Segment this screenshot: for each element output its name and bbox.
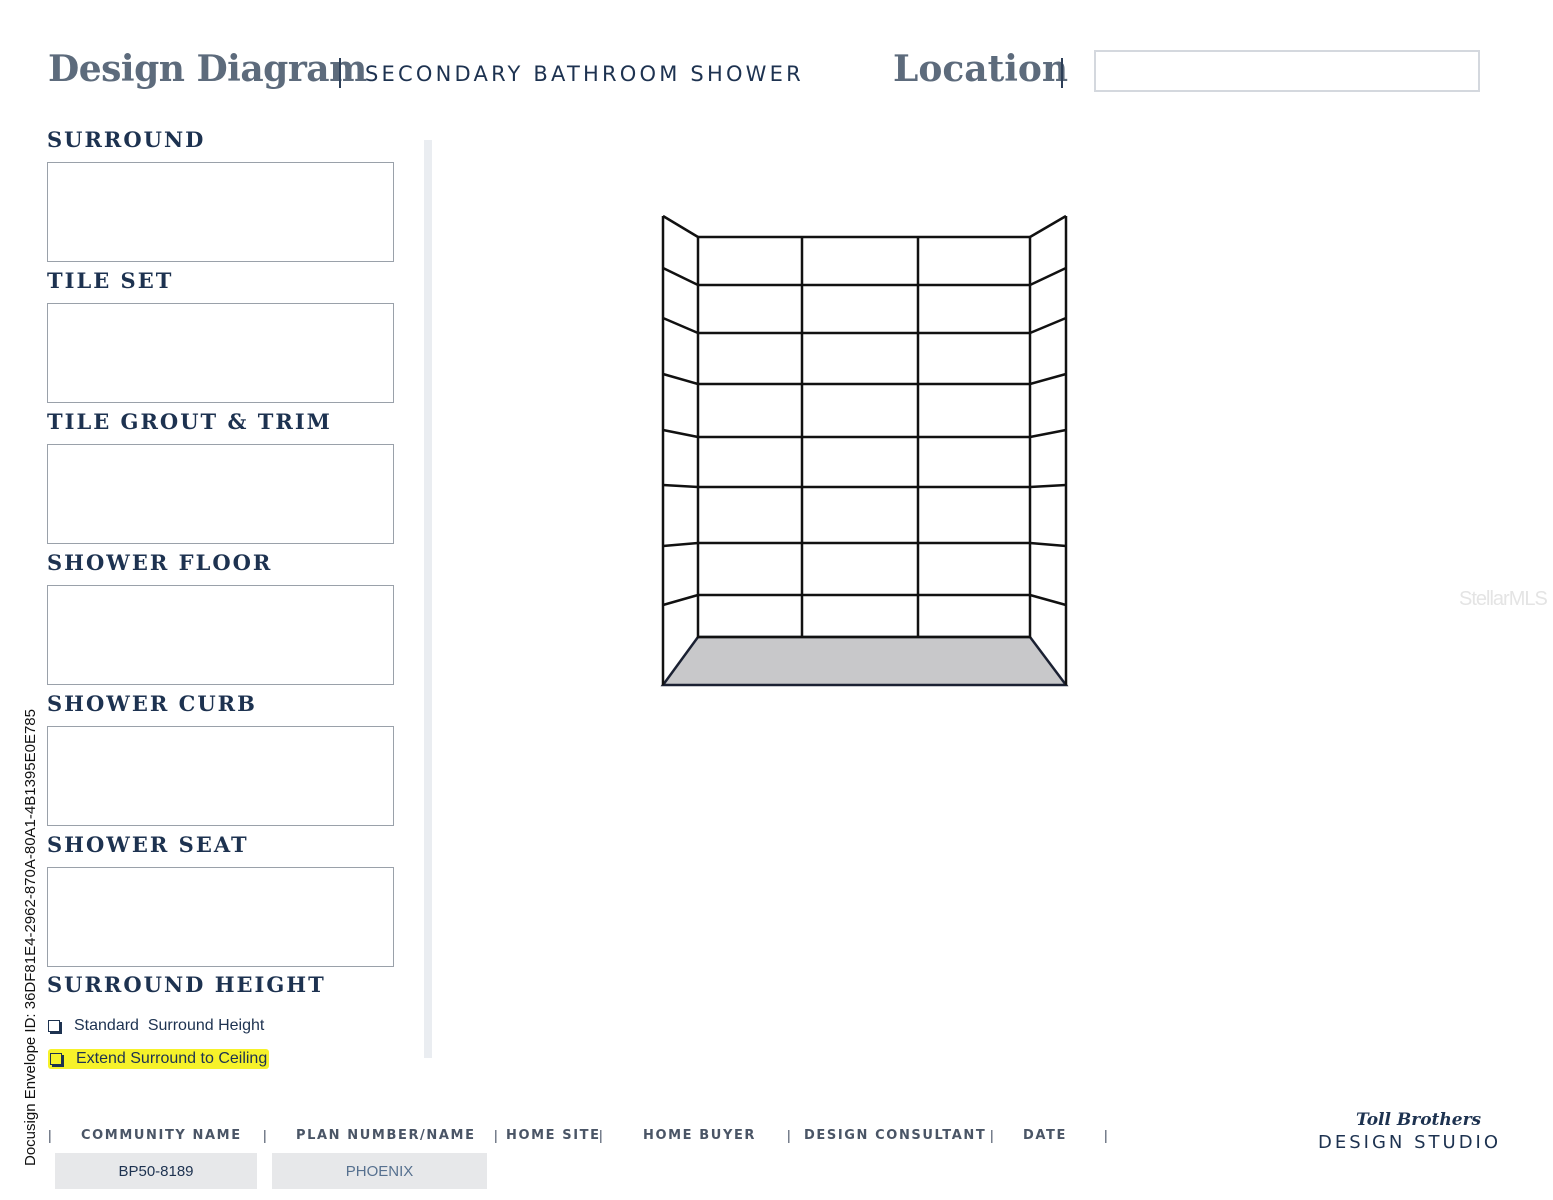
- shower-curb-label: SHOWER CURB: [47, 691, 257, 716]
- shower-seat-label: SHOWER SEAT: [47, 832, 249, 857]
- checkbox-icon[interactable]: [50, 1053, 62, 1065]
- footer-separator: |: [990, 1127, 994, 1143]
- footer-home-buyer-label: HOME BUYER: [643, 1128, 757, 1143]
- footer-separator: |: [1104, 1127, 1108, 1143]
- footer-plan-number-label: PLAN NUMBER/NAME: [296, 1128, 476, 1143]
- footer-separator: |: [263, 1127, 267, 1143]
- page-title: Design Diagram: [48, 48, 367, 90]
- shower-diagram: [660, 214, 1069, 687]
- brand-logo-top: Toll Brothers: [1356, 1110, 1482, 1130]
- envelope-id: Docusign Envelope ID: 36DF81E4-2962-870A…: [22, 709, 39, 1166]
- tile-grid: [661, 214, 1068, 685]
- footer-separator: |: [599, 1127, 603, 1143]
- location-input[interactable]: [1094, 50, 1480, 92]
- surround-height-label: SURROUND HEIGHT: [47, 972, 326, 997]
- option-extend-ceiling[interactable]: Extend Surround to Ceiling: [48, 1049, 270, 1069]
- page-subtitle: SECONDARY BATHROOM SHOWER: [365, 62, 804, 86]
- plan-number-field[interactable]: PHOENIX: [272, 1153, 487, 1189]
- checkbox-icon[interactable]: [48, 1020, 60, 1032]
- surround-field[interactable]: [47, 162, 394, 262]
- tile-grout-trim-field[interactable]: [47, 444, 394, 544]
- tile-set-field[interactable]: [47, 303, 394, 403]
- community-name-field[interactable]: BP50-8189: [55, 1153, 257, 1189]
- highlight-mark: Extend Surround to Ceiling: [48, 1049, 270, 1069]
- location-divider: [1061, 58, 1063, 88]
- option-standard-height[interactable]: Standard Surround Height: [48, 1017, 264, 1035]
- title-divider: [339, 58, 341, 88]
- footer-separator: |: [494, 1127, 498, 1143]
- location-label: Location: [893, 48, 1069, 90]
- footer-separator: |: [787, 1127, 791, 1143]
- brand-logo-bottom: DESIGN STUDIO: [1318, 1132, 1502, 1153]
- footer-home-site-label: HOME SITE: [506, 1128, 601, 1143]
- surround-label: SURROUND: [47, 127, 206, 152]
- option-extend-ceiling-label: Extend Surround to Ceiling: [76, 1050, 268, 1067]
- footer-community-name-label: COMMUNITY NAME: [81, 1128, 242, 1143]
- tile-grout-trim-label: TILE GROUT & TRIM: [47, 409, 332, 434]
- tile-set-label: TILE SET: [47, 268, 174, 293]
- watermark: StellarMLS: [1459, 588, 1548, 610]
- shower-floor-label: SHOWER FLOOR: [47, 550, 273, 575]
- footer-design-consultant-label: DESIGN CONSULTANT: [804, 1128, 987, 1143]
- shower-curb-field[interactable]: [47, 726, 394, 826]
- shower-floor-field[interactable]: [47, 585, 394, 685]
- shower-floor-shape: [660, 635, 1069, 687]
- option-standard-height-label: Standard Surround Height: [74, 1017, 265, 1034]
- footer-date-label: DATE: [1023, 1128, 1067, 1143]
- panel-divider: [424, 140, 432, 1058]
- footer-separator: |: [48, 1127, 52, 1143]
- shower-seat-field[interactable]: [47, 867, 394, 967]
